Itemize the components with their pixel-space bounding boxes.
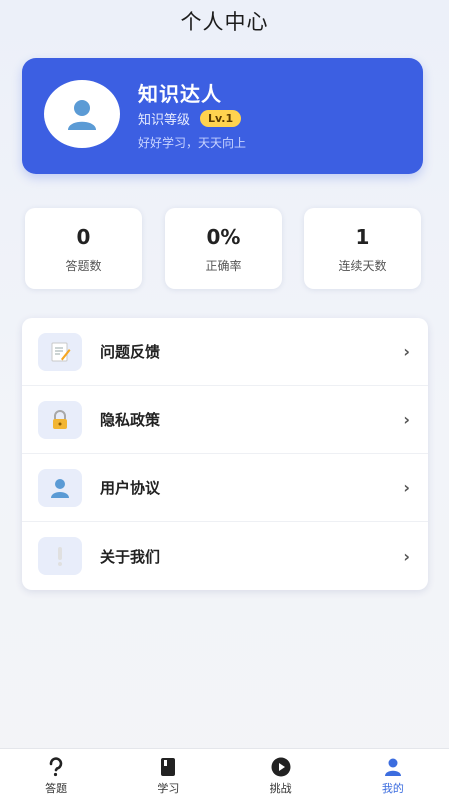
menu-item-agreement[interactable]: 用户协议 › (22, 454, 428, 522)
tab-mine[interactable]: 我的 (337, 749, 449, 800)
tab-label: 答题 (45, 782, 68, 795)
stat-accuracy: 0% 正确率 (165, 208, 282, 289)
profile-card: 知识达人 知识等级 Lv.1 好好学习，天天向上 (22, 58, 423, 174)
menu-item-label: 用户协议 (100, 479, 161, 497)
menu-item-feedback[interactable]: 问题反馈 › (22, 318, 428, 386)
tab-study[interactable]: 学习 (112, 749, 224, 800)
chevron-right-icon: › (403, 546, 410, 566)
stat-streak: 1 连续天数 (304, 208, 421, 289)
menu-item-label: 隐私政策 (100, 411, 161, 429)
level-label: 知识等级 (138, 113, 191, 128)
memo-icon (38, 332, 82, 371)
stat-value: 0 (76, 225, 91, 249)
play-icon (271, 757, 291, 777)
lock-icon (38, 400, 82, 439)
exclamation-icon (38, 537, 82, 575)
chevron-right-icon: › (403, 410, 410, 429)
menu-card: 问题反馈 › 隐私政策 › 用户协议 › 关于我们 › (22, 318, 428, 590)
menu-item-label: 关于我们 (100, 547, 161, 566)
user-avatar-icon (68, 100, 96, 130)
person-icon (383, 757, 403, 777)
chevron-right-icon: › (403, 478, 410, 497)
chevron-right-icon: › (403, 342, 410, 361)
tab-challenge[interactable]: 挑战 (225, 749, 337, 800)
profile-motto: 好好学习，天天向上 (138, 136, 247, 150)
level-row: 知识等级 Lv.1 (138, 109, 242, 128)
stat-value: 0% (206, 225, 241, 249)
stat-label: 连续天数 (338, 259, 387, 273)
stat-label: 正确率 (205, 259, 242, 273)
question-icon (46, 757, 66, 777)
stat-value: 1 (355, 225, 370, 249)
tab-label: 挑战 (269, 782, 292, 795)
bottom-tab-bar: 答题 学习 挑战 我的 (0, 748, 449, 800)
stat-label: 答题数 (65, 259, 102, 273)
user-icon (38, 468, 82, 507)
tab-answer[interactable]: 答题 (0, 749, 112, 800)
menu-item-label: 问题反馈 (100, 343, 161, 361)
menu-item-about[interactable]: 关于我们 › (22, 522, 428, 590)
avatar[interactable] (44, 80, 120, 148)
profile-name: 知识达人 (138, 82, 222, 106)
stat-answered: 0 答题数 (25, 208, 142, 289)
level-badge: Lv.1 (200, 110, 242, 127)
page-title: 个人中心 (180, 10, 269, 34)
book-icon (158, 757, 178, 777)
menu-item-privacy[interactable]: 隐私政策 › (22, 386, 428, 454)
tab-label: 我的 (381, 782, 404, 795)
tab-label: 学习 (157, 782, 180, 795)
